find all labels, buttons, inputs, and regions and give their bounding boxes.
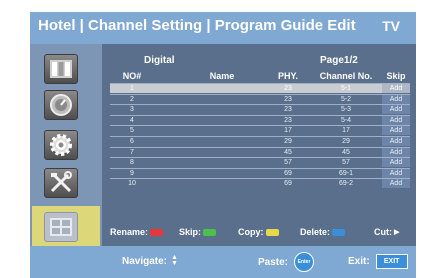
table-header: NO# Name PHY. Channel No. Skip xyxy=(110,68,410,82)
cell-no: 8 xyxy=(130,159,134,167)
cell-skip[interactable]: Add xyxy=(382,126,410,136)
paste-hint: Paste: Enter xyxy=(258,252,315,272)
navigate-label: Navigate: xyxy=(122,255,168,267)
table-row[interactable]: 6 29 29 Add xyxy=(110,136,410,146)
legend-delete: Delete: xyxy=(300,227,346,237)
settings-gear-icon[interactable] xyxy=(44,130,78,160)
table-row[interactable]: 4 23 5-4 Add xyxy=(110,114,410,125)
exit-hint: Exit: EXIT xyxy=(348,254,408,269)
table-row[interactable]: 9 69 69-1 Add xyxy=(110,167,410,178)
table-row[interactable]: 5 17 17 Add xyxy=(110,125,410,136)
source-mode-label: TV xyxy=(382,18,400,34)
cell-skip[interactable]: Add xyxy=(382,115,410,125)
cell-no: 2 xyxy=(130,95,134,103)
cell-ch: 69-2 xyxy=(338,180,353,188)
cell-phy: 69 xyxy=(284,180,292,188)
cell-ch: 5-4 xyxy=(340,116,352,124)
green-key-icon xyxy=(203,228,217,236)
legend-copy: Copy: xyxy=(238,227,279,237)
table-row[interactable]: 1 23 5-1 Add xyxy=(110,83,410,93)
cell-phy: 29 xyxy=(284,138,292,145)
navigate-hint: Navigate: ▲ ▼ xyxy=(122,254,178,267)
column-header-skip: Skip xyxy=(386,71,406,81)
table-row[interactable]: 3 23 5-3 Add xyxy=(110,104,410,115)
legend-rename: Rename: xyxy=(110,227,164,237)
play-arrow-icon: ▶ xyxy=(394,229,400,236)
paste-label: Paste: xyxy=(258,256,289,268)
legend-cut: Cut: ▶ xyxy=(374,227,399,237)
cell-ch: 5-2 xyxy=(340,95,352,103)
column-header-no: NO# xyxy=(122,71,142,81)
legend-cut-label: Cut: xyxy=(374,227,392,237)
column-header-name: Name xyxy=(209,71,235,81)
legend-copy-label: Copy: xyxy=(238,227,264,237)
header-bar: Hotel | Channel Setting | Program Guide … xyxy=(30,12,416,44)
exit-label: Exit: xyxy=(348,256,370,267)
legend-skip: Skip: xyxy=(179,227,217,237)
screen: Hotel | Channel Setting | Program Guide … xyxy=(0,0,424,278)
cell-skip[interactable]: Add xyxy=(382,105,410,115)
column-header-phy: PHY. xyxy=(277,71,298,81)
cell-no: 3 xyxy=(130,106,134,114)
cell-phy: 23 xyxy=(284,106,292,114)
cell-phy: 57 xyxy=(284,159,292,167)
cell-no: 1 xyxy=(130,85,134,92)
enter-button[interactable]: Enter xyxy=(294,252,315,272)
cell-no: 7 xyxy=(130,148,134,156)
cell-no: 10 xyxy=(128,180,136,188)
cell-phy: 45 xyxy=(284,148,292,156)
signal-dial-icon[interactable] xyxy=(44,90,78,120)
cell-skip[interactable]: Add xyxy=(382,94,410,104)
cell-phy: 17 xyxy=(284,127,292,135)
main-panel: Digital Page1/2 NO# Name PHY. Channel No… xyxy=(102,44,416,246)
cell-ch: 5-3 xyxy=(340,106,352,114)
cell-skip[interactable]: Add xyxy=(382,168,410,178)
tools-icon[interactable] xyxy=(44,168,78,198)
red-key-icon xyxy=(150,228,164,236)
cell-ch: 5-1 xyxy=(340,85,352,92)
up-down-arrows-icon: ▲ ▼ xyxy=(171,254,178,267)
cell-no: 4 xyxy=(130,116,134,124)
cell-ch: 69-1 xyxy=(338,169,353,177)
exit-button[interactable]: EXIT xyxy=(375,254,408,269)
cell-skip[interactable]: Add xyxy=(382,147,410,157)
footer-bar: Navigate: ▲ ▼ Paste: Enter Exit: EXIT xyxy=(30,246,416,278)
yellow-key-icon xyxy=(265,228,279,236)
legend-skip-label: Skip: xyxy=(179,227,202,237)
channel-list-icon[interactable] xyxy=(44,54,78,84)
blue-key-icon xyxy=(332,228,346,236)
cell-ch: 45 xyxy=(342,148,350,156)
legend-rename-label: Rename: xyxy=(110,227,149,237)
cell-skip[interactable]: Add xyxy=(382,179,410,189)
cell-phy: 23 xyxy=(284,116,292,124)
cell-ch: 17 xyxy=(342,127,350,135)
page-indicator: Page1/2 xyxy=(320,55,358,66)
table-row[interactable]: 2 23 5-2 Add xyxy=(110,93,410,104)
cell-skip[interactable]: Add xyxy=(382,84,410,93)
table-row[interactable]: 10 69 69-2 Add xyxy=(110,178,410,189)
table-row[interactable]: 8 57 57 Add xyxy=(110,157,410,168)
column-header-channel-no: Channel No. xyxy=(319,71,373,81)
cell-phy: 69 xyxy=(284,169,292,177)
legend-delete-label: Delete: xyxy=(300,227,331,237)
sidebar xyxy=(30,44,102,246)
cell-ch: 57 xyxy=(342,159,350,167)
cell-ch: 29 xyxy=(342,138,350,145)
program-guide-icon[interactable] xyxy=(44,212,78,242)
cell-phy: 23 xyxy=(284,85,292,92)
cell-no: 5 xyxy=(130,127,134,135)
cell-no: 9 xyxy=(130,169,134,177)
cell-skip[interactable]: Add xyxy=(382,137,410,146)
cell-skip[interactable]: Add xyxy=(382,158,410,168)
cell-phy: 23 xyxy=(284,95,292,103)
channel-table: NO# Name PHY. Channel No. Skip 1 23 5-1 Add… xyxy=(110,68,410,206)
section-label-digital: Digital xyxy=(144,55,175,66)
cell-no: 6 xyxy=(130,138,134,145)
legend-bar: Rename: Skip: Copy: Delete: Cut: ▶ xyxy=(110,227,416,241)
table-row[interactable]: 7 45 45 Add xyxy=(110,146,410,157)
page-title: Hotel | Channel Setting | Program Guide … xyxy=(38,17,356,34)
